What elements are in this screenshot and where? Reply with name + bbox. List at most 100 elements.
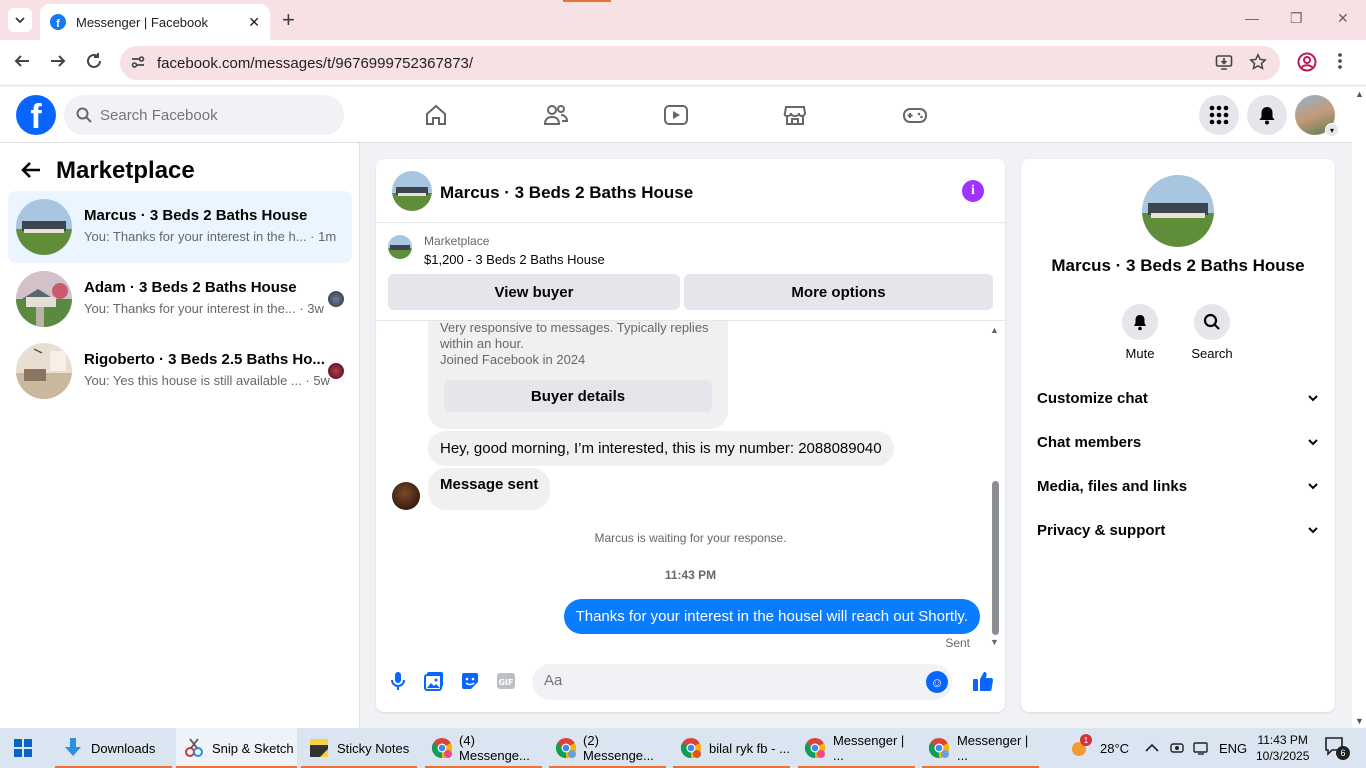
taskbar-item-chrome-messenger-2[interactable]: (2) Messenge... bbox=[549, 728, 666, 768]
windows-start-icon[interactable] bbox=[14, 739, 32, 757]
mute-button[interactable]: Mute bbox=[1110, 304, 1170, 361]
chevron-down-icon bbox=[1307, 435, 1319, 453]
conversation-snippet: You: Thanks for your interest in the... … bbox=[84, 301, 324, 316]
install-app-icon[interactable] bbox=[1215, 53, 1233, 76]
facebook-search-box[interactable] bbox=[64, 95, 344, 135]
scroll-up-icon[interactable]: ▲ bbox=[1355, 89, 1364, 99]
browser-tab-active[interactable]: f Messenger | Facebook ✕ bbox=[40, 4, 270, 40]
photo-gallery-icon[interactable] bbox=[423, 670, 445, 692]
section-customize-chat[interactable]: Customize chat bbox=[1021, 378, 1335, 422]
sender-avatar[interactable] bbox=[392, 482, 420, 510]
bookmark-star-icon[interactable] bbox=[1249, 53, 1267, 76]
chat-avatar[interactable] bbox=[392, 171, 432, 211]
taskbar-item-chrome-messenger-b[interactable]: Messenger | ... bbox=[922, 728, 1039, 768]
home-icon[interactable] bbox=[421, 101, 451, 129]
taskbar-item-chrome-messenger-4[interactable]: (4) Messenge... bbox=[425, 728, 542, 768]
scroll-up-icon[interactable]: ▲ bbox=[990, 325, 999, 335]
section-privacy-support[interactable]: Privacy & support bbox=[1021, 510, 1335, 554]
taskbar-label: (4) Messenge... bbox=[459, 733, 530, 763]
details-avatar bbox=[1142, 175, 1214, 247]
message-composer: GIF ☺ bbox=[376, 653, 1005, 712]
watch-video-icon[interactable] bbox=[661, 101, 691, 129]
message-timestamp: 11:43 PM bbox=[664, 568, 717, 582]
view-buyer-button[interactable]: View buyer bbox=[388, 274, 680, 310]
network-icon[interactable] bbox=[1193, 728, 1209, 768]
chevron-down-icon bbox=[15, 17, 25, 24]
read-receipt-avatar bbox=[328, 291, 344, 307]
friends-icon[interactable] bbox=[541, 101, 571, 129]
taskbar-label: bilal ryk fb - ... bbox=[709, 740, 790, 756]
meet-now-icon[interactable] bbox=[1170, 728, 1184, 768]
buyer-details-button[interactable]: Buyer details bbox=[444, 380, 712, 412]
tab-search-dropdown[interactable] bbox=[8, 8, 32, 32]
weather-sun-icon: 1 bbox=[1068, 734, 1092, 760]
menu-grid-icon[interactable] bbox=[1199, 95, 1239, 135]
snip-sketch-icon bbox=[182, 736, 206, 760]
close-tab-icon[interactable]: ✕ bbox=[248, 14, 260, 31]
search-icon bbox=[76, 107, 92, 123]
chrome-icon bbox=[679, 736, 703, 760]
chat-title[interactable]: Marcus · 3 Beds 2 Baths House bbox=[440, 183, 693, 203]
taskbar-item-snip-sketch[interactable]: Snip & Sketch bbox=[176, 728, 297, 768]
new-tab-button[interactable]: + bbox=[282, 8, 295, 32]
back-arrow-icon[interactable] bbox=[13, 52, 31, 75]
facebook-search-input[interactable] bbox=[100, 106, 320, 124]
forward-arrow-icon[interactable] bbox=[49, 52, 67, 75]
thumbs-up-icon[interactable] bbox=[972, 670, 994, 692]
sticker-icon[interactable] bbox=[459, 670, 481, 692]
back-arrow-icon[interactable] bbox=[20, 159, 42, 187]
emoji-icon[interactable]: ☺ bbox=[926, 671, 948, 693]
omnibox[interactable]: facebook.com/messages/t/9676999752367873… bbox=[120, 46, 1280, 80]
gaming-icon[interactable] bbox=[900, 101, 930, 129]
gif-icon[interactable]: GIF bbox=[495, 670, 517, 692]
restore-window-icon[interactable]: ❐ bbox=[1290, 10, 1303, 27]
scroll-down-icon[interactable]: ▼ bbox=[990, 637, 999, 647]
search-in-chat-button[interactable]: Search bbox=[1182, 304, 1242, 361]
system-clock[interactable]: 11:43 PM 10/3/2025 bbox=[1256, 732, 1309, 764]
weather-widget[interactable]: 1 28°C bbox=[1068, 728, 1129, 768]
more-options-button[interactable]: More options bbox=[684, 274, 993, 310]
details-title: Marcus · 3 Beds 2 Baths House bbox=[1051, 256, 1305, 275]
svg-text:GIF: GIF bbox=[498, 678, 513, 687]
marketplace-icon[interactable] bbox=[780, 101, 810, 129]
profile-icon[interactable] bbox=[1297, 52, 1317, 77]
message-input[interactable] bbox=[544, 672, 904, 689]
download-arrow-icon bbox=[61, 736, 85, 760]
listing-price[interactable]: $1,200 - 3 Beds 2 Baths House bbox=[424, 252, 605, 267]
page-scrollbar[interactable]: ▲ ▼ bbox=[1352, 87, 1366, 728]
section-chat-members[interactable]: Chat members bbox=[1021, 422, 1335, 466]
microphone-icon[interactable] bbox=[387, 670, 409, 692]
section-media-files-links[interactable]: Media, files and links bbox=[1021, 466, 1335, 510]
clock-date: 10/3/2025 bbox=[1256, 749, 1310, 763]
taskbar-item-chrome-bilal[interactable]: bilal ryk fb - ... bbox=[673, 728, 790, 768]
thread-scrollbar[interactable]: ▲ ▼ bbox=[990, 323, 1000, 647]
taskbar-label: Messenger | ... bbox=[832, 733, 905, 763]
listing-thumbnail bbox=[388, 235, 412, 259]
facebook-logo-icon[interactable]: f bbox=[16, 95, 56, 135]
conversation-details-panel: Marcus · 3 Beds 2 Baths House Mute Searc… bbox=[1021, 159, 1335, 712]
conversation-item-marcus[interactable]: Marcus · 3 Beds 2 Baths House You: Thank… bbox=[8, 191, 352, 263]
scroll-down-icon[interactable]: ▼ bbox=[1355, 716, 1364, 726]
conversation-item-rigoberto[interactable]: Rigoberto · 3 Beds 2.5 Baths Ho... You: … bbox=[8, 335, 352, 407]
account-avatar[interactable]: ▾ bbox=[1295, 95, 1339, 137]
clock-time: 11:43 PM bbox=[1257, 733, 1308, 747]
action-center-icon[interactable]: 6 bbox=[1324, 736, 1350, 763]
minimize-window-icon[interactable]: — bbox=[1245, 10, 1259, 26]
tab-strip-accent bbox=[563, 0, 611, 2]
taskbar-item-downloads[interactable]: Downloads bbox=[55, 728, 172, 768]
taskbar-item-sticky-notes[interactable]: Sticky Notes bbox=[301, 728, 417, 768]
site-settings-icon[interactable] bbox=[130, 54, 146, 73]
close-window-icon[interactable]: ✕ bbox=[1337, 10, 1349, 27]
input-language[interactable]: ENG bbox=[1219, 728, 1247, 768]
taskbar-item-chrome-messenger-a[interactable]: Messenger | ... bbox=[798, 728, 915, 768]
weather-alert-badge: 1 bbox=[1080, 734, 1092, 746]
conversation-item-adam[interactable]: Adam · 3 Beds 2 Baths House You: Thanks … bbox=[8, 263, 352, 335]
notifications-bell-icon[interactable] bbox=[1247, 95, 1287, 135]
show-hidden-icons-chevron-up-icon[interactable] bbox=[1145, 728, 1159, 768]
reload-icon[interactable] bbox=[85, 52, 103, 75]
info-icon[interactable]: i bbox=[962, 180, 984, 202]
scrollbar-thumb[interactable] bbox=[992, 481, 999, 635]
message-input-box[interactable]: ☺ bbox=[532, 664, 952, 700]
browser-menu-icon[interactable] bbox=[1337, 52, 1343, 75]
url-text[interactable]: facebook.com/messages/t/9676999752367873… bbox=[157, 55, 473, 72]
